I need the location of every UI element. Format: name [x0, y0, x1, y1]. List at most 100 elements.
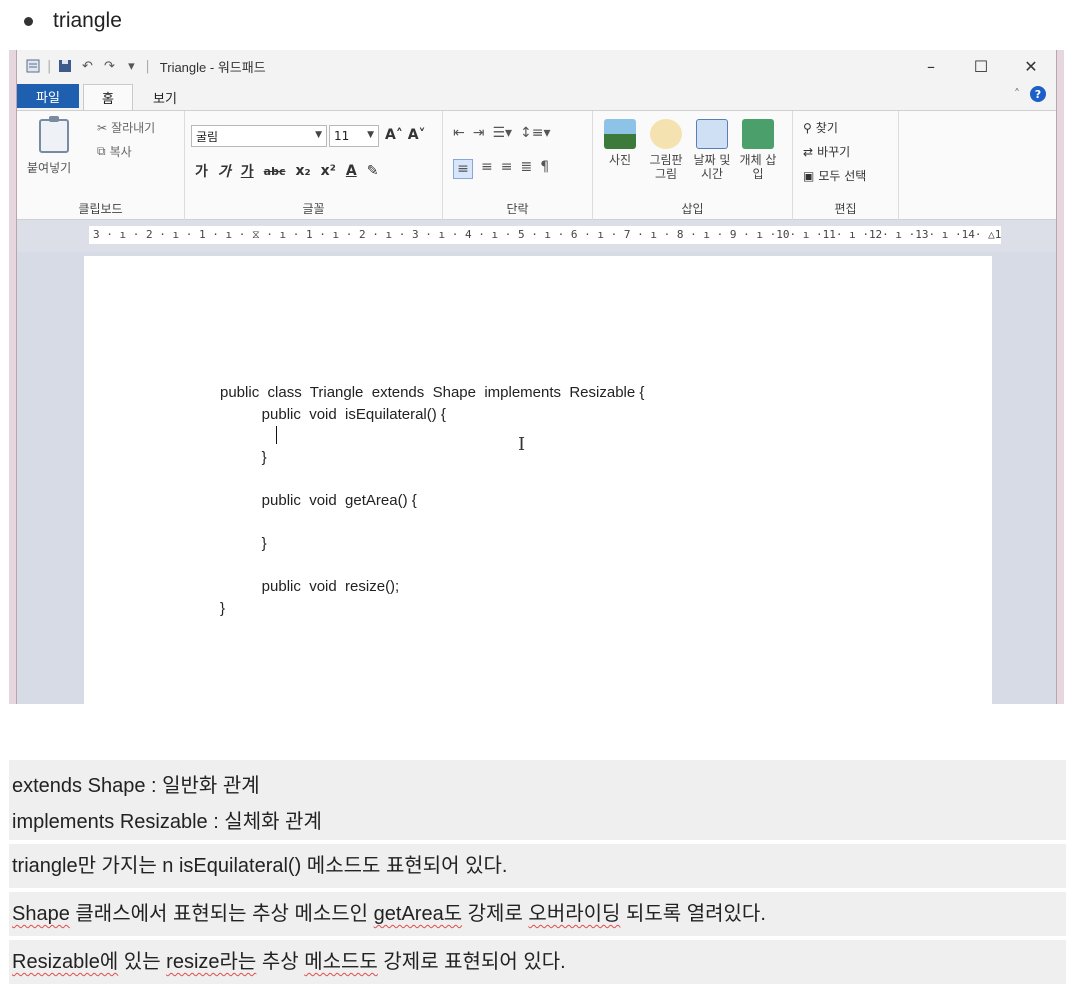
- tab-file[interactable]: 파일: [17, 84, 79, 108]
- insert-paint-button[interactable]: 그림판 그림: [645, 119, 687, 181]
- paste-button[interactable]: 붙여넣기: [27, 159, 71, 176]
- clipboard-group: 붙여넣기 ✂ 잘라내기 ⧉ 복사 클립보드: [17, 111, 185, 221]
- document-code-text[interactable]: public class Triangle extends Shape impl…: [220, 382, 644, 620]
- paragraph-group-label: 단락: [506, 202, 529, 216]
- close-button[interactable]: ✕: [1006, 50, 1056, 82]
- chevron-down-icon: ▼: [367, 130, 374, 140]
- note-getarea: Shape 클래스에서 표현되는 추상 메소드인 getArea도 강제로 오버…: [9, 892, 1066, 936]
- line-spacing-icon[interactable]: ↕≡▾: [520, 125, 551, 141]
- note-word-method: 메소드도: [304, 951, 378, 973]
- note-text: 강제로: [462, 903, 529, 925]
- note-isequilateral: triangle만 가지는 n isEquilateral() 메소드도 표현되…: [9, 844, 1066, 888]
- calendar-icon: [696, 119, 728, 149]
- ribbon: 붙여넣기 ✂ 잘라내기 ⧉ 복사 클립보드 굴림 ▼ 11 ▼ A˄ A˅ 가 …: [17, 110, 1056, 221]
- select-all-icon: ▣: [803, 168, 815, 183]
- find-button[interactable]: ⚲ 찾기: [803, 119, 838, 136]
- find-label: 찾기: [815, 121, 838, 135]
- font-family-select[interactable]: 굴림 ▼: [191, 125, 327, 147]
- paragraph-settings-icon[interactable]: ¶: [540, 159, 549, 179]
- note-word-getarea: getArea도: [373, 903, 463, 925]
- customize-qat-icon[interactable]: ▾: [123, 58, 139, 74]
- insert-object-button[interactable]: 개체 삽입: [737, 119, 779, 181]
- insert-group: 사진 그림판 그림 날짜 및 시간 개체 삽입 삽입: [593, 111, 793, 221]
- redo-icon[interactable]: ↷: [101, 58, 117, 74]
- note-text: 클래스에서 표현되는 추상 메소드인: [69, 903, 374, 925]
- insert-paint-label: 그림판 그림: [649, 153, 683, 181]
- tab-view[interactable]: 보기: [143, 84, 187, 110]
- note-line-extends: extends Shape : 일반화 관계: [12, 775, 260, 797]
- chevron-down-icon: ▼: [315, 130, 322, 140]
- quick-access-toolbar: | ↶ ↷ ▾ | Triangle - 워드패드: [17, 57, 266, 76]
- font-group: 굴림 ▼ 11 ▼ A˄ A˅ 가 가 가 abc x₂ x² A ✎ 글꼴: [185, 111, 443, 221]
- help-icon[interactable]: ?: [1030, 86, 1046, 102]
- editing-group-label: 편집: [834, 202, 857, 216]
- strikethrough-button[interactable]: abc: [264, 165, 286, 178]
- note-line-implements: implements Resizable : 실체화 관계: [12, 811, 322, 833]
- collapse-ribbon-icon[interactable]: ˄: [1014, 87, 1020, 101]
- decrease-indent-icon[interactable]: ⇤: [453, 125, 465, 141]
- object-icon: [742, 119, 774, 149]
- app-icon[interactable]: [25, 58, 41, 74]
- copy-label: 복사: [109, 145, 132, 159]
- maximize-button[interactable]: ☐: [956, 50, 1006, 82]
- cut-button[interactable]: ✂ 잘라내기: [97, 119, 155, 136]
- note-word-overriding: 오버라이딩: [528, 903, 621, 925]
- font-size-select[interactable]: 11 ▼: [329, 125, 379, 147]
- tab-home[interactable]: 홈: [83, 84, 133, 110]
- paragraph-row-1: ⇤ ⇥ ☰▾ ↕≡▾: [453, 125, 551, 141]
- subscript-button[interactable]: x₂: [296, 163, 311, 179]
- save-icon[interactable]: [57, 58, 73, 74]
- insert-object-label: 개체 삽입: [739, 153, 777, 181]
- note-word-resizable: Resizable에: [12, 951, 119, 973]
- bullet-dot-icon: [24, 16, 33, 26]
- paragraph-row-2: ≡ ≡ ≡ ≣ ¶: [453, 159, 549, 179]
- bold-button[interactable]: 가: [195, 161, 208, 181]
- note-word-resize: resize라는: [166, 951, 257, 973]
- insert-group-label: 삽입: [681, 202, 704, 216]
- font-color-button[interactable]: A: [346, 163, 357, 179]
- increase-indent-icon[interactable]: ⇥: [473, 125, 485, 141]
- binoculars-icon: ⚲: [803, 120, 812, 135]
- note-resize: Resizable에 있는 resize라는 추상 메소드도 강제로 표현되어 …: [9, 940, 1066, 984]
- document-page[interactable]: public class Triangle extends Shape impl…: [84, 256, 992, 704]
- note-relations: extends Shape : 일반화 관계 implements Resiza…: [9, 760, 1066, 840]
- cut-label: 잘라내기: [111, 121, 156, 135]
- italic-button[interactable]: 가: [218, 161, 231, 181]
- window-right-edge: [1056, 50, 1064, 704]
- wordpad-screenshot: | ↶ ↷ ▾ | Triangle - 워드패드 – ☐ ✕ 파일 홈 보기 …: [9, 50, 1064, 704]
- paste-icon[interactable]: [39, 116, 69, 153]
- select-all-button[interactable]: ▣ 모두 선택: [803, 167, 866, 184]
- undo-icon[interactable]: ↶: [79, 58, 95, 74]
- insert-picture-button[interactable]: 사진: [599, 119, 641, 167]
- note-text: 강제로 표현되어 있다.: [377, 951, 566, 973]
- replace-icon: ⇄: [803, 144, 814, 159]
- minimize-button[interactable]: –: [906, 50, 956, 82]
- font-family-value: 굴림: [196, 129, 219, 144]
- paragraph-group: ⇤ ⇥ ☰▾ ↕≡▾ ≡ ≡ ≡ ≣ ¶ 단락: [443, 111, 593, 221]
- picture-icon: [604, 119, 636, 149]
- title-bar: | ↶ ↷ ▾ | Triangle - 워드패드 – ☐ ✕: [17, 50, 1056, 82]
- grow-shrink-font-buttons[interactable]: A˄ A˅: [385, 127, 426, 143]
- align-center-icon[interactable]: ≡: [481, 159, 493, 179]
- font-size-value: 11: [334, 129, 350, 143]
- ibeam-cursor-icon: I: [518, 434, 526, 455]
- editing-group: ⚲ 찾기 ⇄ 바꾸기 ▣ 모두 선택 편집: [793, 111, 899, 221]
- insert-datetime-button[interactable]: 날짜 및 시간: [691, 119, 733, 181]
- ribbon-tabs: 파일 홈 보기 ˄ ?: [17, 82, 1056, 110]
- highlight-button[interactable]: ✎: [367, 163, 379, 179]
- replace-button[interactable]: ⇄ 바꾸기: [803, 143, 850, 160]
- bullet-list-icon[interactable]: ☰▾: [492, 125, 512, 141]
- align-right-icon[interactable]: ≡: [501, 159, 513, 179]
- copy-button[interactable]: ⧉ 복사: [97, 143, 132, 160]
- superscript-button[interactable]: x²: [321, 163, 336, 179]
- insert-datetime-label: 날짜 및 시간: [693, 153, 731, 181]
- text-caret: [276, 426, 277, 444]
- align-left-icon[interactable]: ≡: [453, 159, 473, 179]
- justify-icon[interactable]: ≣: [520, 159, 532, 179]
- window-title: Triangle - 워드패드: [159, 59, 266, 75]
- select-all-label: 모두 선택: [818, 169, 867, 183]
- ruler-scale[interactable]: 3 · ı · 2 · ı · 1 · ı · ⧖ · ı · 1 · ı · …: [89, 226, 1001, 244]
- underline-button[interactable]: 가: [241, 161, 254, 181]
- window-left-edge: [9, 50, 17, 704]
- font-group-label: 글꼴: [302, 202, 325, 216]
